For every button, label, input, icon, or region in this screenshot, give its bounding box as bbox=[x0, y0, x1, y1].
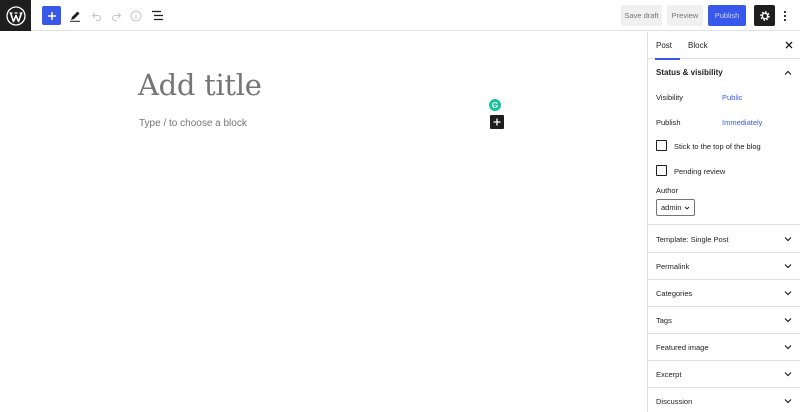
add-block-button[interactable] bbox=[42, 6, 61, 25]
chevron-down-icon bbox=[784, 399, 792, 404]
undo-icon bbox=[91, 12, 101, 21]
panel-title: Tags bbox=[656, 316, 672, 325]
pending-review-label: Pending review bbox=[674, 167, 726, 176]
undo-button[interactable] bbox=[87, 5, 105, 26]
settings-sidebar: Post Block Status & visibility Visibilit… bbox=[647, 32, 800, 412]
redo-icon bbox=[111, 12, 121, 21]
block-appender[interactable]: Type / to choose a block bbox=[139, 118, 247, 129]
close-icon bbox=[785, 41, 793, 49]
tools-button[interactable] bbox=[66, 5, 84, 26]
publish-button[interactable]: Publish bbox=[708, 5, 746, 26]
preview-button[interactable]: Preview bbox=[667, 5, 703, 26]
publish-date-toggle[interactable]: Immediately bbox=[722, 118, 762, 127]
block-inserter-button[interactable] bbox=[490, 115, 504, 129]
visibility-label: Visibility bbox=[656, 93, 683, 102]
chevron-down-icon bbox=[784, 345, 792, 350]
visibility-toggle[interactable]: Public bbox=[722, 93, 742, 102]
wordpress-logo-icon[interactable] bbox=[0, 0, 31, 31]
panel-title: Categories bbox=[656, 289, 693, 298]
settings-button[interactable] bbox=[754, 5, 775, 26]
more-vertical-icon bbox=[783, 10, 787, 21]
panel-title: Excerpt bbox=[656, 370, 682, 379]
panel-excerpt[interactable]: Excerpt bbox=[648, 361, 800, 388]
publish-label: Publish bbox=[656, 118, 681, 127]
list-view-button[interactable] bbox=[148, 5, 166, 26]
editor-toolbar: Save draft Preview Publish bbox=[0, 0, 800, 31]
list-view-icon bbox=[151, 10, 163, 21]
sidebar-tabs: Post Block bbox=[648, 32, 800, 60]
editor-canvas[interactable]: Add title Type / to choose a block G bbox=[0, 32, 647, 412]
chevron-down-icon bbox=[685, 206, 690, 210]
pending-review-checkbox[interactable] bbox=[656, 165, 667, 176]
author-select[interactable]: admin bbox=[656, 199, 695, 216]
details-button[interactable] bbox=[127, 5, 145, 26]
panel-title[interactable]: Status & visibility bbox=[656, 68, 723, 77]
panel-permalink[interactable]: Permalink bbox=[648, 253, 800, 280]
panel-title: Permalink bbox=[656, 262, 690, 271]
panel-template[interactable]: Template: Single Post bbox=[648, 226, 800, 253]
gear-icon bbox=[759, 10, 770, 21]
panel-title: Featured image bbox=[656, 343, 709, 352]
tab-block[interactable]: Block bbox=[688, 32, 708, 59]
info-icon bbox=[130, 10, 142, 21]
author-label: Author bbox=[656, 186, 679, 195]
save-draft-button[interactable]: Save draft bbox=[621, 5, 662, 26]
plus-icon bbox=[493, 118, 501, 126]
author-value: admin bbox=[661, 203, 682, 212]
grammarly-icon[interactable]: G bbox=[489, 99, 501, 111]
post-title-input[interactable]: Add title bbox=[138, 68, 262, 102]
panel-featured-image[interactable]: Featured image bbox=[648, 334, 800, 361]
panel-title: Discussion bbox=[656, 397, 693, 406]
close-sidebar-button[interactable] bbox=[784, 39, 794, 51]
sticky-label: Stick to the top of the blog bbox=[674, 142, 761, 151]
pencil-icon bbox=[70, 11, 80, 22]
panel-categories[interactable]: Categories bbox=[648, 280, 800, 307]
chevron-down-icon bbox=[784, 291, 792, 296]
redo-button[interactable] bbox=[107, 5, 125, 26]
panel-title: Template: Single Post bbox=[656, 235, 729, 244]
chevron-down-icon bbox=[784, 372, 792, 377]
panel-discussion[interactable]: Discussion bbox=[648, 388, 800, 412]
status-visibility-panel: Status & visibility Visibility Public Pu… bbox=[648, 59, 800, 225]
chevron-down-icon bbox=[784, 237, 792, 242]
sticky-checkbox[interactable] bbox=[656, 140, 667, 151]
tab-post[interactable]: Post bbox=[654, 32, 681, 60]
options-button[interactable] bbox=[779, 5, 791, 26]
chevron-down-icon bbox=[784, 264, 792, 269]
panel-tags[interactable]: Tags bbox=[648, 307, 800, 334]
chevron-up-icon[interactable] bbox=[784, 69, 792, 77]
plus-icon bbox=[47, 11, 56, 20]
chevron-down-icon bbox=[784, 318, 792, 323]
